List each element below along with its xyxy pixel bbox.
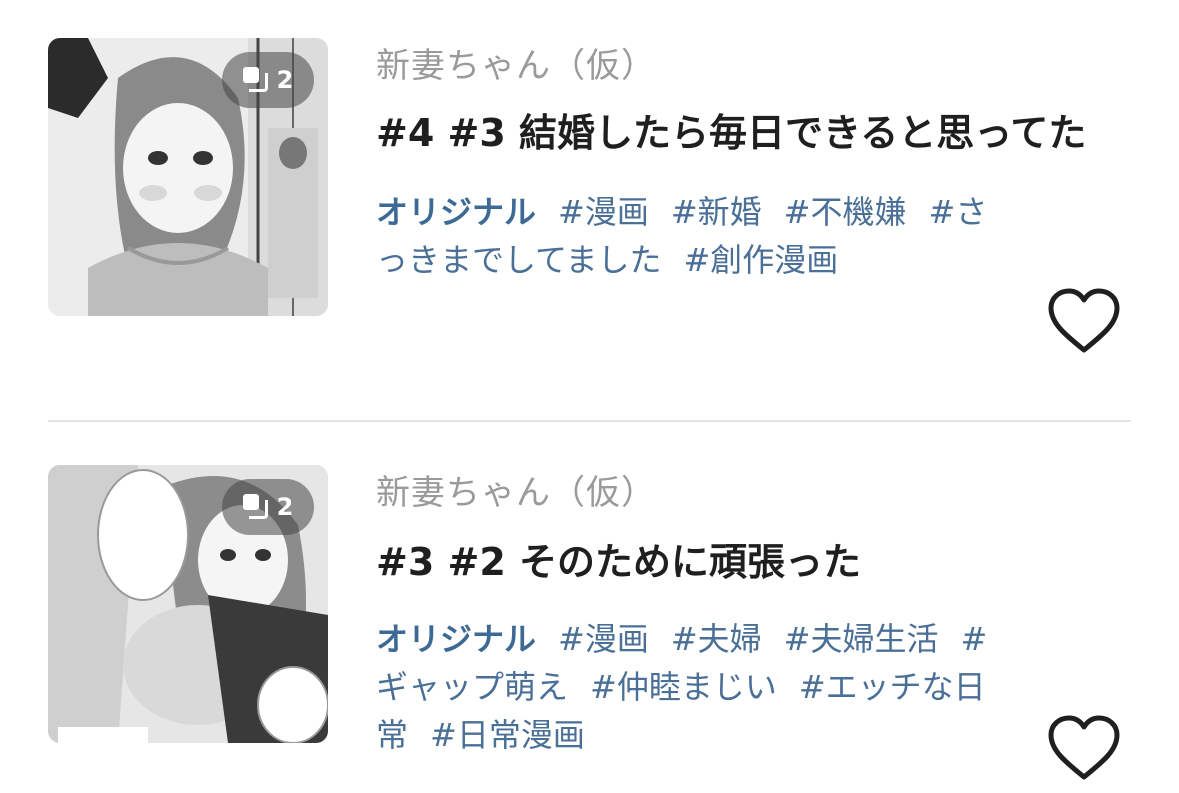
tag[interactable]: #新婚	[671, 193, 762, 231]
author-name[interactable]: 新妻ちゃん（仮）	[376, 38, 656, 87]
tag-list: オリジナル #漫画 #新婚 #不機嫌 #さっきまでしてました #創作漫画	[376, 188, 1016, 284]
pages-icon	[242, 67, 269, 93]
divider	[48, 420, 1131, 422]
heart-outline-icon	[1048, 715, 1120, 780]
tag-original[interactable]: オリジナル	[376, 620, 536, 658]
like-button[interactable]	[1047, 715, 1121, 781]
page-count-value: 2	[276, 66, 294, 94]
heart-outline-icon	[1048, 288, 1120, 353]
post-card[interactable]: 2 新妻ちゃん（仮） #4 #3 結婚したら毎日できると思ってた オリジナル #漫…	[48, 38, 1131, 378]
post-title[interactable]: #4 #3 結婚したら毎日できると思ってた	[376, 102, 1086, 157]
tag[interactable]: #夫婦	[671, 620, 762, 658]
feed: 2 新妻ちゃん（仮） #4 #3 結婚したら毎日できると思ってた オリジナル #漫…	[0, 0, 1179, 793]
post-card[interactable]: 2 新妻ちゃん（仮） #3 #2 そのために頑張った オリジナル #漫画 #夫婦 #夫…	[48, 465, 1131, 793]
tag[interactable]: #漫画	[558, 620, 649, 658]
tag[interactable]: #夫婦生活	[784, 620, 939, 658]
like-button[interactable]	[1047, 288, 1121, 354]
tag[interactable]: #仲睦まじい	[590, 668, 777, 706]
tag[interactable]: #漫画	[558, 193, 649, 231]
post-title[interactable]: #3 #2 そのために頑張った	[376, 531, 861, 586]
author-name[interactable]: 新妻ちゃん（仮）	[376, 465, 656, 514]
page-count-badge: 2	[222, 52, 314, 108]
thumbnail-image[interactable]: 2	[48, 38, 328, 316]
tag[interactable]: #不機嫌	[784, 193, 907, 231]
pages-icon	[242, 494, 269, 520]
tag[interactable]: #創作漫画	[683, 241, 838, 279]
tag-list: オリジナル #漫画 #夫婦 #夫婦生活 #ギャップ萌え #仲睦まじい #エッチな日常 #日常漫…	[376, 615, 1016, 759]
page-count-value: 2	[276, 493, 294, 521]
tag-original[interactable]: オリジナル	[376, 193, 536, 231]
thumbnail-image[interactable]: 2	[48, 465, 328, 743]
tag[interactable]: #日常漫画	[430, 716, 585, 754]
page-count-badge: 2	[222, 479, 314, 535]
